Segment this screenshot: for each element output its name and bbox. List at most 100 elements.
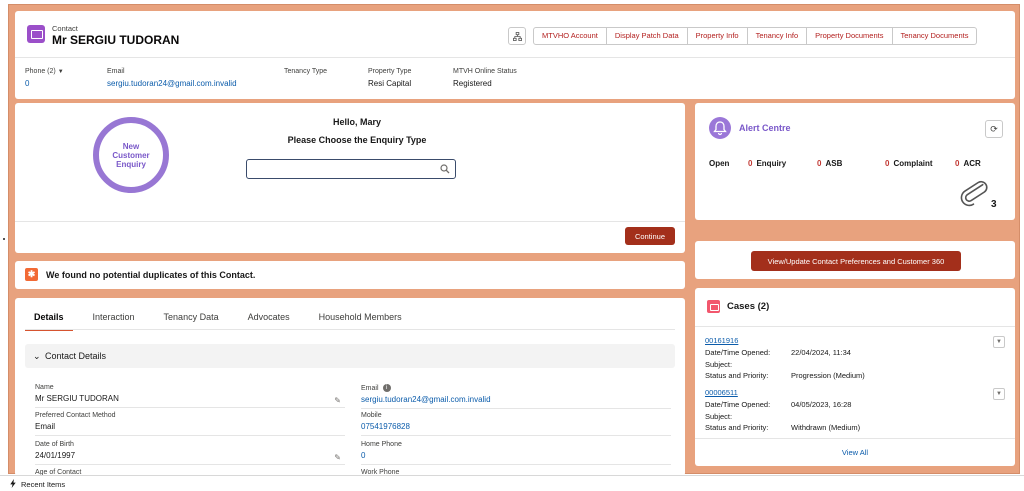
case-row-actions-button[interactable]: ▼ [993,336,1005,348]
header-actions: MTVHO Account Display Patch Data Propert… [508,27,978,45]
property-type-value: Resi Capital [368,79,412,88]
date-of-birth-label: Date of Birth [35,441,74,448]
asb-label: ASB [825,159,843,168]
tab-household-members[interactable]: Household Members [310,310,411,331]
case-number-link[interactable]: 00006511 [705,388,1005,397]
enquiry-type-search[interactable] [246,159,456,179]
tenancy-documents-button[interactable]: Tenancy Documents [892,27,978,45]
case-opened-value: 22/04/2024, 11:34 [791,348,851,357]
case-field-label: Subject: [705,359,733,369]
home-phone-field: Home Phone 0 [361,441,671,465]
circle-text: Customer [112,150,150,160]
tenancy-info-button[interactable]: Tenancy Info [747,27,808,45]
sidebar-handle[interactable] [3,238,5,240]
case-row-actions-button[interactable]: ▼ [993,388,1005,400]
case-item: 00006511 Date/Time Opened: 04/05/2023, 16… [705,388,1005,435]
display-patch-data-button[interactable]: Display Patch Data [606,27,688,45]
cases-title[interactable]: Cases (2) [727,301,769,312]
email-detail-value[interactable]: sergiu.tudoran24@gmail.com.invalid [361,395,671,409]
enquiry-card: New Customer Enquiry Hello, Mary Please … [15,103,685,253]
new-customer-enquiry-circle[interactable]: New Customer Enquiry [93,117,169,193]
case-status-value: Withdrawn (Medium) [791,423,861,432]
case-status-value: Progression (Medium) [791,371,865,380]
property-info-button[interactable]: Property Info [687,27,748,45]
info-icon[interactable]: i [382,384,391,392]
online-status-value: Registered [453,79,492,88]
case-icon [707,300,720,313]
tabs-divider [25,329,675,330]
mtvho-account-button[interactable]: MTVHO Account [533,27,607,45]
refresh-button[interactable]: ⟳ [985,120,1003,138]
greeting: Hello, Mary [332,117,381,127]
duplicates-banner: ✱ We found no potential duplicates of th… [15,261,685,289]
mobile-label: Mobile [361,412,382,419]
acr-alert[interactable]: 0 ACR [955,159,981,168]
continue-button[interactable]: Continue [624,227,675,245]
home-phone-label: Home Phone [361,441,402,448]
acr-count: 0 [955,159,960,168]
preferred-contact-label: Preferred Contact Method [35,412,116,419]
bell-icon [709,117,731,139]
view-all-link[interactable]: View All [695,448,1015,457]
phone-label[interactable]: Phone (2) ▼ [25,68,64,75]
cases-divider [695,326,1015,327]
case-number-link[interactable]: 00161916 [705,336,1005,345]
tab-details[interactable]: Details [25,310,73,331]
alert-centre-card: Alert Centre ⟳ Open 0 Enquiry 0 ASB 0 Compl… [695,103,1015,220]
record-header: Contact Mr SERGIU TUDORAN MTVHO Account … [15,11,1015,99]
asb-count: 0 [817,159,822,168]
preferences-card: View/Update Contact Preferences and Cust… [695,241,1015,279]
tenancy-type-label: Tenancy Type [284,68,328,75]
acr-label: ACR [963,159,981,168]
tab-tenancy-data[interactable]: Tenancy Data [155,310,228,331]
tenancy-type-field: Tenancy Type [284,68,327,79]
chevron-down-icon: ▼ [996,391,1002,397]
attachment-count: 3 [991,199,997,210]
open-label: Open [709,159,730,168]
property-type-label: Property Type [368,68,412,75]
details-tabs: Details Interaction Tenancy Data Advocat… [25,310,422,331]
complaint-alert[interactable]: 0 Complaint [885,159,933,168]
hierarchy-button[interactable] [508,27,526,45]
date-of-birth-field: Date of Birth 24/01/1997 ✎ [35,441,345,465]
case-field-label: Date/Time Opened: [705,400,771,409]
property-type-field: Property Type Resi Capital [368,68,411,88]
enquiry-type-input[interactable] [252,160,432,176]
property-documents-button[interactable]: Property Documents [807,27,893,45]
edit-pencil-icon[interactable]: ✎ [334,396,341,405]
contact-icon [27,25,45,43]
view-update-preferences-button[interactable]: View/Update Contact Preferences and Cust… [751,251,961,271]
phone-value[interactable]: 0 [25,79,64,88]
details-card: Details Interaction Tenancy Data Advocat… [15,298,685,476]
object-label: Contact [52,24,78,33]
paperclip-icon[interactable] [959,177,989,207]
contact-details-section[interactable]: ⌄ Contact Details [25,344,675,368]
enquiry-alert[interactable]: 0 Enquiry [748,159,786,168]
chevron-down-icon: ▼ [996,339,1002,345]
refresh-icon: ⟳ [990,124,998,134]
mobile-field: Mobile 07541976828 [361,412,671,436]
name-value: Mr SERGIU TUDORAN [35,394,345,408]
tab-interaction[interactable]: Interaction [84,310,144,331]
edit-pencil-icon[interactable]: ✎ [334,453,341,462]
tab-advocates[interactable]: Advocates [239,310,299,331]
email-field: Email sergiu.tudoran24@gmail.com.invalid [107,68,237,88]
complaint-label: Complaint [893,159,933,168]
recent-items-button[interactable]: Recent Items [21,480,65,489]
mobile-value[interactable]: 07541976828 [361,422,671,436]
case-field-label: Status and Priority: [705,423,769,432]
email-detail-label: Email [361,384,379,392]
online-status-field: MTVH Online Status Registered [453,68,517,88]
email-value[interactable]: sergiu.tudoran24@gmail.com.invalid [107,79,237,88]
asb-alert[interactable]: 0 ASB [817,159,842,168]
alert-centre-title[interactable]: Alert Centre [739,123,791,133]
complaint-count: 0 [885,159,890,168]
section-title: Contact Details [45,351,107,361]
email-detail-field: Email i sergiu.tudoran24@gmail.com.invali… [361,384,671,409]
page-frame: Contact Mr SERGIU TUDORAN MTVHO Account … [8,4,1020,476]
online-status-label: MTVH Online Status [453,68,517,75]
chevron-down-icon: ⌄ [33,351,41,361]
case-opened-value: 04/05/2023, 16:28 [791,400,852,409]
phone-field: Phone (2) ▼ 0 [25,68,64,88]
home-phone-value[interactable]: 0 [361,451,671,465]
